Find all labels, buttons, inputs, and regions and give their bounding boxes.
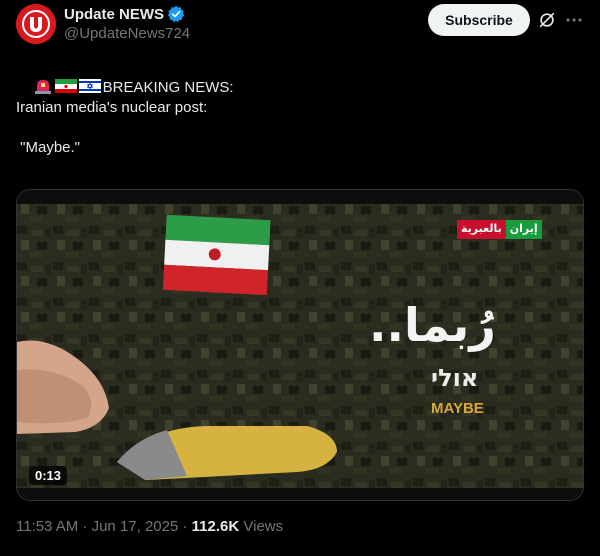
channel-logo-green: إيران — [505, 220, 542, 239]
views-count[interactable]: 112.6K — [192, 518, 240, 535]
tweet-line-breaking: BREAKING NEWS: — [16, 58, 584, 96]
iran-flag-emoji-icon — [54, 79, 77, 93]
author-handle[interactable]: @UpdateNews724 — [64, 25, 190, 42]
channel-logo: بالعبرية إيران — [457, 220, 542, 239]
video-caption-english: MAYBE — [431, 400, 484, 417]
tweet-meta: 11:53 AM · Jun 17, 2025 · 112.6K Views — [16, 518, 283, 535]
video-duration: 0:13 — [29, 466, 68, 485]
video-caption-arabic: رُبما.. — [369, 298, 496, 352]
tweet-line-quote: "Maybe." — [16, 139, 81, 156]
tweet-header: Update NEWS @UpdateNews724 Subscribe — [16, 4, 584, 46]
tweet-line-post: Iranian media's nuclear post: — [16, 99, 208, 116]
update-news-logo-icon — [16, 4, 56, 44]
author-names: Update NEWS @UpdateNews724 — [64, 4, 190, 43]
siren-emoji-icon — [34, 80, 51, 94]
avatar[interactable] — [16, 4, 56, 44]
author-display-name[interactable]: Update NEWS — [64, 6, 164, 23]
views-label: Views — [239, 518, 284, 535]
tweet-text: BREAKING NEWS: Iranian media's nuclear p… — [16, 58, 584, 158]
grok-icon[interactable] — [538, 11, 556, 29]
video-player[interactable]: بالعبرية إيران رُبما.. אולי MAYBE 0:13 — [16, 189, 584, 501]
channel-logo-red: بالعبرية — [457, 220, 506, 239]
subscribe-button[interactable]: Subscribe — [428, 4, 530, 36]
verified-badge-icon[interactable] — [167, 5, 185, 23]
tweet-timestamp[interactable]: 11:53 AM · Jun 17, 2025 · — [16, 518, 192, 535]
video-caption-hebrew: אולי — [431, 364, 479, 392]
israel-flag-emoji-icon — [78, 79, 101, 93]
more-icon[interactable] — [564, 10, 584, 30]
breaking-news-text: BREAKING NEWS: — [102, 79, 234, 96]
